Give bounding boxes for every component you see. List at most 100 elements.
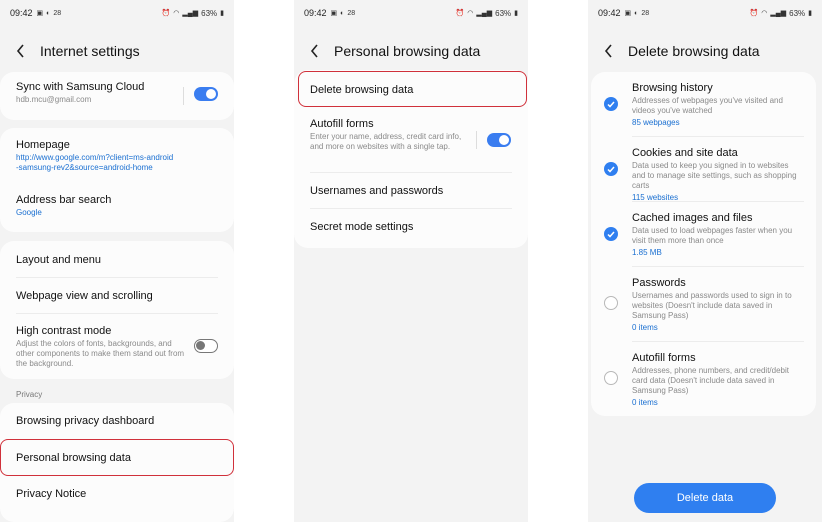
battery-icon: ▮ [220,10,224,17]
checkmark-icon [607,166,615,173]
divider [310,208,512,209]
divider [16,313,218,314]
toggle-knob [499,135,509,145]
page-title: Internet settings [40,43,140,59]
battery-level: 63% [789,8,806,18]
cookies-description: Data used to keep you signed in to websi… [632,161,797,190]
cookies-title: Cookies and site data [632,147,738,159]
secret-mode-title: Secret mode settings [310,221,414,233]
app-bar: Personal browsing data [294,34,528,68]
sync-row[interactable]: Sync with Samsung Cloud hdb.mcu@gmail.co… [16,81,218,105]
autofill-forms-row[interactable]: Autofill forms Addresses, phone numbers,… [632,352,804,408]
battery-icon: ▮ [514,10,518,17]
browsing-history-description: Addresses of webpages you've visited and… [632,96,783,115]
webpage-view-row[interactable]: Webpage view and scrolling [16,290,218,302]
passwords-description: Usernames and passwords used to sign in … [632,291,792,320]
address-bar-title: Address bar search [16,194,112,206]
checkmark-icon [607,101,615,108]
layout-menu-title: Layout and menu [16,254,102,266]
personal-browsing-data-screen: 09:42 ▣ ◐ 28 ⏰ ◠ ▂▄▆ 63% ▮ Personal brow… [294,0,528,522]
sync-toggle[interactable] [194,87,218,101]
homepage-row[interactable]: Homepage http://www.google.com/m?client=… [16,139,218,173]
status-time: 09:42 [304,8,327,18]
autofill-forms-checkbox[interactable] [604,371,618,385]
back-arrow-icon[interactable] [600,42,618,60]
divider [476,131,477,149]
status-bar: 09:42 ▣ ◐ 28 ⏰ ◠ ▂▄▆ 63% ▮ [588,0,822,26]
cached-images-title: Cached images and files [632,212,753,224]
privacy-notice-row[interactable]: Privacy Notice [16,488,218,500]
toggle-knob [206,89,216,99]
alarm-icon: ⏰ [161,10,171,17]
autofill-description: Enter your name, address, credit card in… [310,132,462,151]
cached-images-checkbox[interactable] [604,227,618,241]
divider [632,136,804,137]
webpage-view-title: Webpage view and scrolling [16,290,153,302]
signal-icon: ▂▄▆ [182,10,199,17]
autofill-toggle[interactable] [487,133,511,147]
back-arrow-icon[interactable] [306,42,324,60]
secret-mode-row[interactable]: Secret mode settings [310,221,512,233]
layout-menu-row[interactable]: Layout and menu [16,254,218,266]
autofill-forms-title: Autofill forms [632,352,696,364]
privacy-section-label: Privacy [16,390,43,399]
autofill-forms-description: Addresses, phone numbers, and credit/deb… [632,366,789,395]
homepage-title: Homepage [16,139,70,151]
autofill-title: Autofill forms [310,118,374,130]
browsing-history-checkbox[interactable] [604,97,618,111]
system-icons: ⏰ ◠ ▂▄▆ 63% ▮ [750,9,812,18]
privacy-notice-title: Privacy Notice [16,488,87,500]
system-icons: ⏰ ◠ ▂▄▆ 63% ▮ [162,9,224,18]
app-bar: Delete browsing data [588,34,822,68]
divider [632,266,804,267]
passwords-checkbox[interactable] [604,296,618,310]
cached-images-size: 1.85 MB [632,248,662,257]
status-bar: 09:42 ▣ ◐ 28 ⏰ ◠ ▂▄▆ 63% ▮ [0,0,234,26]
temperature-label: 28 [347,9,356,17]
system-icons: ⏰ ◠ ▂▄▆ 63% ▮ [456,9,518,18]
browsing-history-title: Browsing history [632,82,713,94]
address-bar-row[interactable]: Address bar search Google [16,194,218,218]
battery-level: 63% [495,8,512,18]
privacy-dashboard-row[interactable]: Browsing privacy dashboard [16,415,218,427]
checkmark-icon [607,231,615,238]
delete-data-button[interactable]: Delete data [634,483,776,513]
notification-icons: ▣ ◐ 28 [36,9,62,18]
passwords-title: Passwords [632,277,686,289]
alarm-icon: ⏰ [749,10,759,17]
wifi-icon: ◠ [761,10,768,17]
browsing-history-row[interactable]: Browsing history Addresses of webpages y… [632,82,804,128]
temperature-label: 28 [641,9,650,17]
app-icon: ◐ [634,9,639,17]
autofill-row[interactable]: Autofill forms Enter your name, address,… [310,118,470,152]
cached-images-row[interactable]: Cached images and files Data used to loa… [632,212,804,258]
status-time: 09:42 [598,8,621,18]
cookies-row[interactable]: Cookies and site data Data used to keep … [632,147,804,203]
toggle-knob [196,341,205,350]
sync-card: Sync with Samsung Cloud hdb.mcu@gmail.co… [0,72,234,120]
back-arrow-icon[interactable] [12,42,30,60]
cookies-checkbox[interactable] [604,162,618,176]
notification-icons: ▣ ◐ 28 [624,9,650,18]
gallery-icon: ▣ [330,10,338,17]
divider [183,87,184,105]
divider [16,277,218,278]
high-contrast-title: High contrast mode [16,325,112,337]
gallery-icon: ▣ [624,10,632,17]
signal-icon: ▂▄▆ [476,10,493,17]
high-contrast-toggle[interactable] [194,339,218,353]
cached-images-description: Data used to load webpages faster when y… [632,226,793,245]
highlight-outline [0,439,234,476]
usernames-passwords-row[interactable]: Usernames and passwords [310,185,512,197]
browsing-history-count: 85 webpages [632,118,680,127]
app-bar: Internet settings [0,34,234,68]
passwords-row[interactable]: Passwords Usernames and passwords used t… [632,277,804,333]
alarm-icon: ⏰ [455,10,465,17]
app-icon: ◐ [340,9,345,17]
gallery-icon: ▣ [36,10,44,17]
page-title: Delete browsing data [628,43,760,59]
high-contrast-row[interactable]: High contrast mode Adjust the colors of … [16,325,186,369]
homepage-card: Homepage http://www.google.com/m?client=… [0,128,234,232]
usernames-passwords-title: Usernames and passwords [310,185,444,197]
sync-account: hdb.mcu@gmail.com [16,95,92,104]
